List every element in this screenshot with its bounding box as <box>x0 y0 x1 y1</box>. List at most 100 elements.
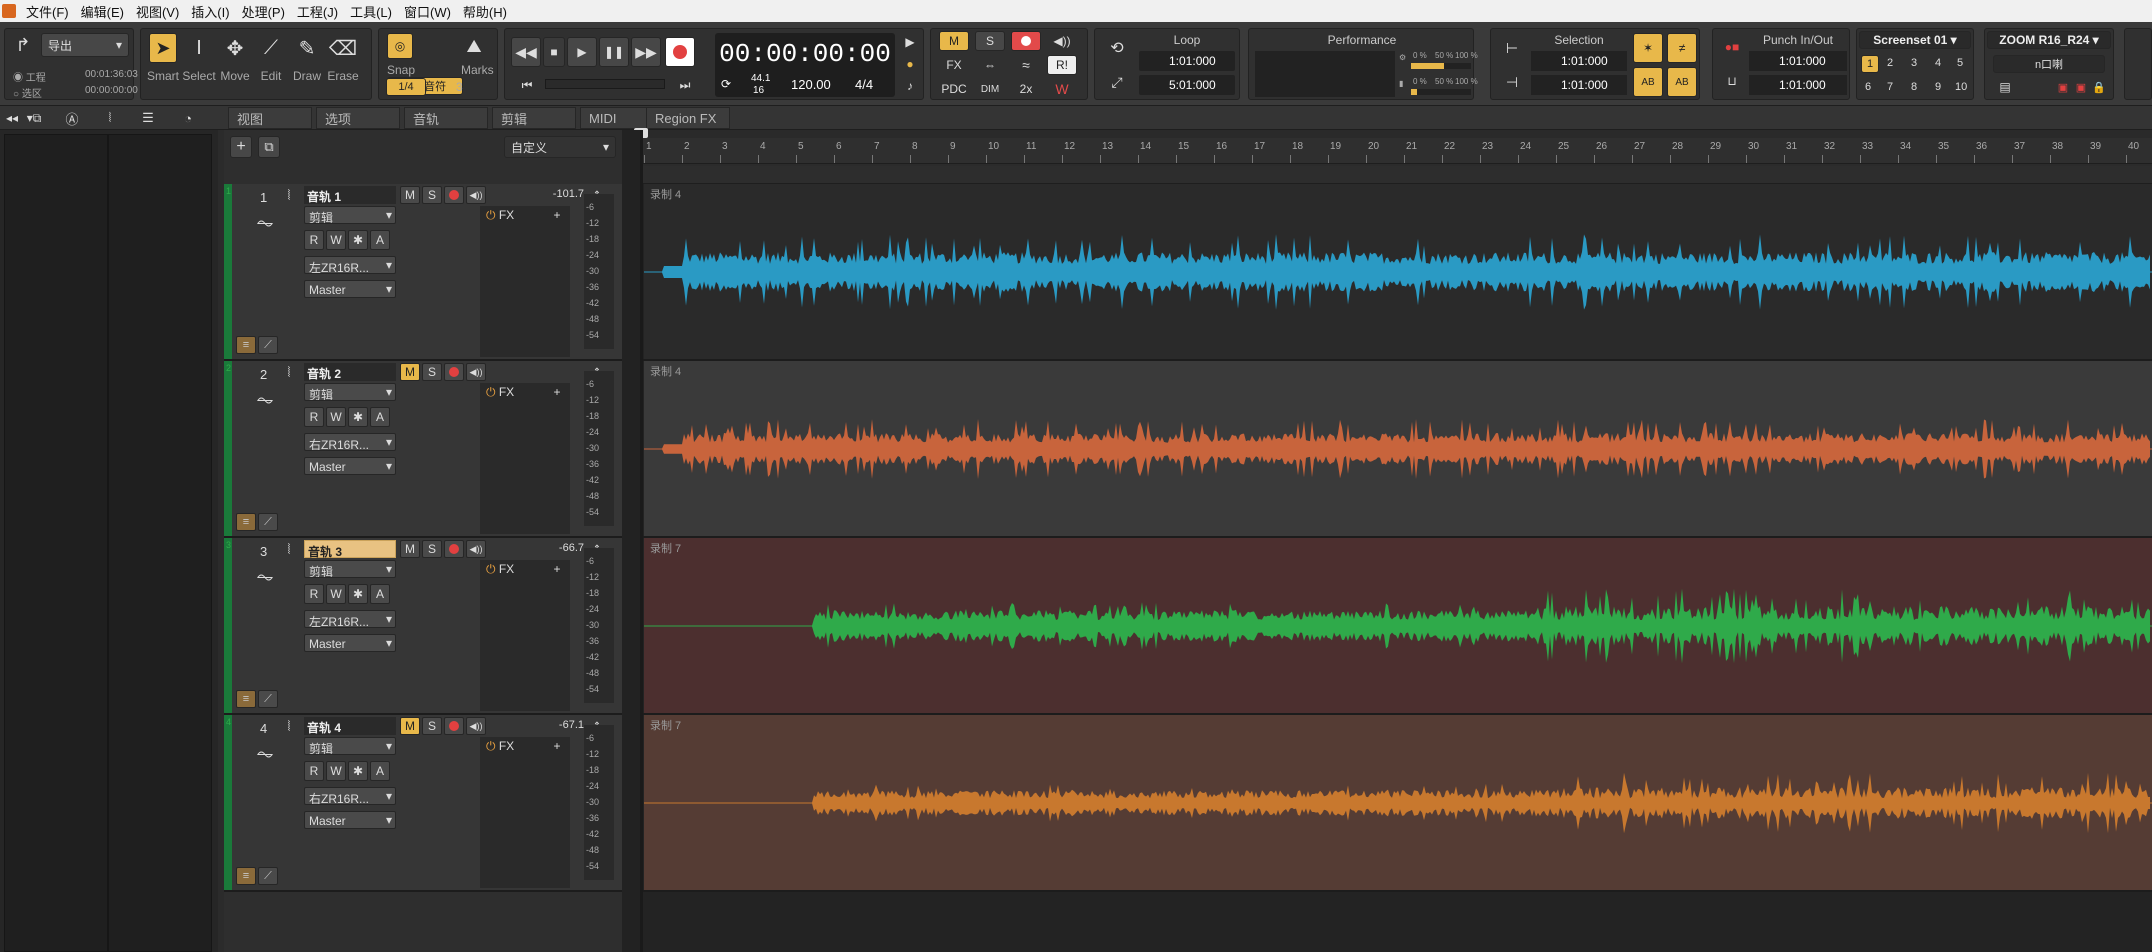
tab-region-fx[interactable]: Region FX <box>646 107 730 129</box>
automation-button[interactable]: A <box>370 407 390 427</box>
auto-button[interactable]: ✱ <box>348 584 368 604</box>
lock-icon[interactable]: 🔒 <box>2091 79 2107 95</box>
track-name[interactable]: 音轨 1 <box>304 186 396 204</box>
bypass-icon[interactable]: ≈ <box>1011 55 1041 75</box>
track-lane[interactable]: 录制 4 <box>640 184 2152 361</box>
tab-midi[interactable]: MIDI <box>580 107 648 129</box>
automation-button[interactable]: A <box>370 584 390 604</box>
track-volume[interactable]: -66.7 <box>514 542 584 554</box>
menu-project[interactable]: 工程(J) <box>291 2 344 21</box>
punch-start-field[interactable]: 1:01:000 <box>1749 51 1847 71</box>
ripple-button[interactable]: ≠ <box>1667 33 1697 63</box>
marks-button[interactable]: ⛰ <box>459 33 489 59</box>
export-icon[interactable]: ↱ <box>11 33 35 57</box>
selection-start-icon[interactable]: ⊢ <box>1499 37 1525 59</box>
screenset-dropdown[interactable]: Screenset 01 ▾ <box>1859 31 1971 49</box>
audio-clip[interactable]: 录制 4 <box>644 184 2152 359</box>
device-red1-icon[interactable]: ▣ <box>2055 79 2071 95</box>
play-button[interactable]: ▶ <box>567 37 597 67</box>
audio-clip[interactable]: 录制 4 <box>644 361 2152 536</box>
automation-lane-button[interactable]: ⟋ <box>258 336 278 354</box>
track-color-button[interactable]: ≡ <box>236 867 256 885</box>
export-dropdown[interactable]: 导出 ▾ <box>41 33 129 57</box>
io-icon[interactable]: ⇔ <box>975 55 1005 75</box>
arm-record-button[interactable] <box>444 186 464 204</box>
play-small-icon[interactable]: ▶ <box>901 33 919 51</box>
tab-options[interactable]: 选项 <box>316 107 400 129</box>
fx-slot[interactable]: ⏻ FX <box>486 739 514 754</box>
solo-button[interactable]: S <box>422 717 442 735</box>
solo-all-button[interactable]: S <box>975 31 1005 51</box>
preset-dropdown[interactable]: 自定义 ▾ <box>504 136 616 158</box>
fx-bin[interactable] <box>480 383 570 534</box>
input-dropdown[interactable]: 左ZR16R... <box>304 256 396 274</box>
radio-region[interactable]: ○ 选区 <box>13 85 42 100</box>
clip-dropdown[interactable]: 剪辑 <box>304 737 396 755</box>
input-dropdown[interactable]: 左ZR16R... <box>304 610 396 628</box>
position-slider[interactable] <box>545 79 665 89</box>
track-color-button[interactable]: ≡ <box>236 336 256 354</box>
wave-icon[interactable]: ⦚ <box>100 108 120 128</box>
monitor-button[interactable]: ◀)) <box>466 717 486 735</box>
track-name[interactable]: 音轨 2 <box>304 363 396 381</box>
track-lane[interactable]: 录制 7 <box>640 715 2152 892</box>
list-icon[interactable]: ☰ <box>138 108 158 128</box>
fx-button[interactable]: FX <box>939 55 969 75</box>
sync-icon[interactable]: ⟳ <box>721 77 731 91</box>
menu-edit[interactable]: 编辑(E) <box>75 2 130 21</box>
screenset-9[interactable]: 9 <box>1935 81 1941 93</box>
tab-view[interactable]: 视图 <box>228 107 312 129</box>
selection-start-field[interactable]: 1:01:000 <box>1531 51 1627 71</box>
solo-button[interactable]: S <box>422 363 442 381</box>
screenset-2[interactable]: 2 <box>1887 57 1893 69</box>
solo-button[interactable]: S <box>422 540 442 558</box>
input-dropdown[interactable]: 右ZR16R... <box>304 433 396 451</box>
screenset-1[interactable]: 1 <box>1861 55 1879 73</box>
time-signature[interactable]: 4/4 <box>855 77 873 92</box>
loop-end-field[interactable]: 5:01:000 <box>1139 75 1235 95</box>
crossfade-button[interactable]: ✶ <box>1633 33 1663 63</box>
screenset-7[interactable]: 7 <box>1887 81 1893 93</box>
monitor-button[interactable]: ◀)) <box>466 540 486 558</box>
meter-icon[interactable]: ◔ <box>178 108 198 128</box>
select-tool-button[interactable]: I <box>185 33 213 63</box>
track-header[interactable]: 3 3 ⦚ 音轨 3 M S ◀)) -66.7 ⇕ ⏦ 剪辑 R W ✱ A … <box>224 538 622 715</box>
loop-toggle-icon[interactable]: ⟲ <box>1105 37 1129 59</box>
arm-record-button[interactable] <box>444 540 464 558</box>
record-mode-icon[interactable]: ● <box>901 55 919 73</box>
mute-button[interactable]: M <box>400 186 420 204</box>
menu-window[interactable]: 窗口(W) <box>398 2 457 21</box>
ri-button[interactable]: R! <box>1047 55 1077 75</box>
pdc-button[interactable]: PDC <box>935 79 973 99</box>
stop-button[interactable]: ■ <box>543 37 565 67</box>
dim-button[interactable]: DIM <box>975 79 1005 99</box>
nav-icon[interactable]: ▾⧉ <box>26 108 42 128</box>
mute-button[interactable]: M <box>400 717 420 735</box>
auto-button[interactable]: ✱ <box>348 761 368 781</box>
ab2-button[interactable]: AB <box>1667 67 1697 97</box>
track-lane[interactable]: 录制 7 <box>640 538 2152 715</box>
solo-button[interactable]: S <box>422 186 442 204</box>
write-button[interactable]: W <box>326 761 346 781</box>
automation-lane-button[interactable]: ⟋ <box>258 867 278 885</box>
nav-back-icon[interactable]: ◂◂ <box>4 108 20 128</box>
punch-end-field[interactable]: 1:01:000 <box>1749 75 1847 95</box>
device-dropdown[interactable]: ZOOM R16_R24 ▾ <box>1987 31 2111 49</box>
metronome-icon[interactable]: ♪ <box>901 77 919 95</box>
go-start-icon[interactable]: ⏮ <box>517 77 537 93</box>
forward-button[interactable]: ▶▶ <box>631 37 661 67</box>
input-dropdown[interactable]: 右ZR16R... <box>304 787 396 805</box>
device-red2-icon[interactable]: ▣ <box>2073 79 2089 95</box>
fx-slot[interactable]: ⏻ FX <box>486 385 514 400</box>
record-button[interactable] <box>665 37 695 67</box>
write-button[interactable]: W <box>326 407 346 427</box>
automation-lane-button[interactable]: ⟋ <box>258 513 278 531</box>
auto-button[interactable]: ✱ <box>348 230 368 250</box>
mute-button[interactable]: M <box>400 540 420 558</box>
tempo[interactable]: 120.00 <box>791 77 831 92</box>
screenset-4[interactable]: 4 <box>1935 57 1941 69</box>
arm-record-button[interactable] <box>444 363 464 381</box>
track-header[interactable]: 2 2 ⦚ 音轨 2 M S ◀)) ⇕ ⏦ 剪辑 R W ✱ A 右ZR16R… <box>224 361 622 538</box>
read-button[interactable]: R <box>304 761 324 781</box>
output-dropdown[interactable]: Master <box>304 811 396 829</box>
